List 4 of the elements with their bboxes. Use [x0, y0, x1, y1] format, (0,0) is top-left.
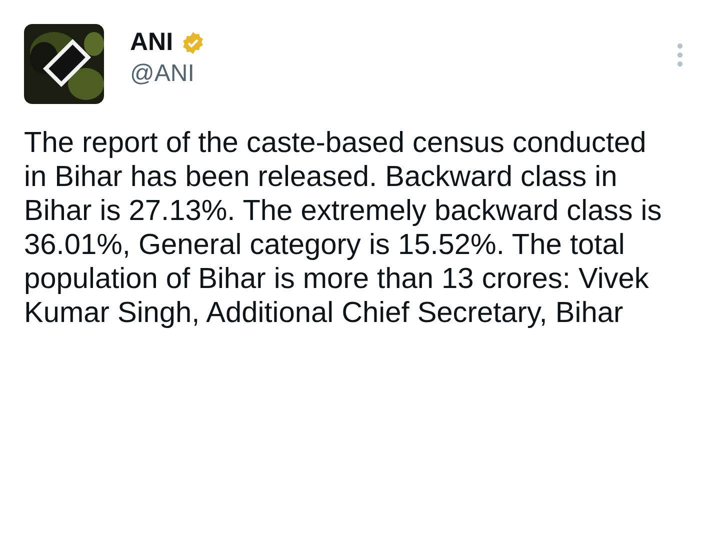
tweet-text: The report of the caste-based census conducted in Bihar has been released. Backward class in Bihar is 27.13%. The extremely backward class is 36.01%, General category is 15.52%. The total population of Bihar is more than 13 crores: Vivek Kumar Singh, Additional Chief Secretary, Bihar [24, 126, 663, 330]
author-name[interactable]: ANI [130, 28, 174, 57]
more-options-icon[interactable] [676, 43, 684, 67]
author-handle[interactable]: @ANI [130, 60, 206, 88]
